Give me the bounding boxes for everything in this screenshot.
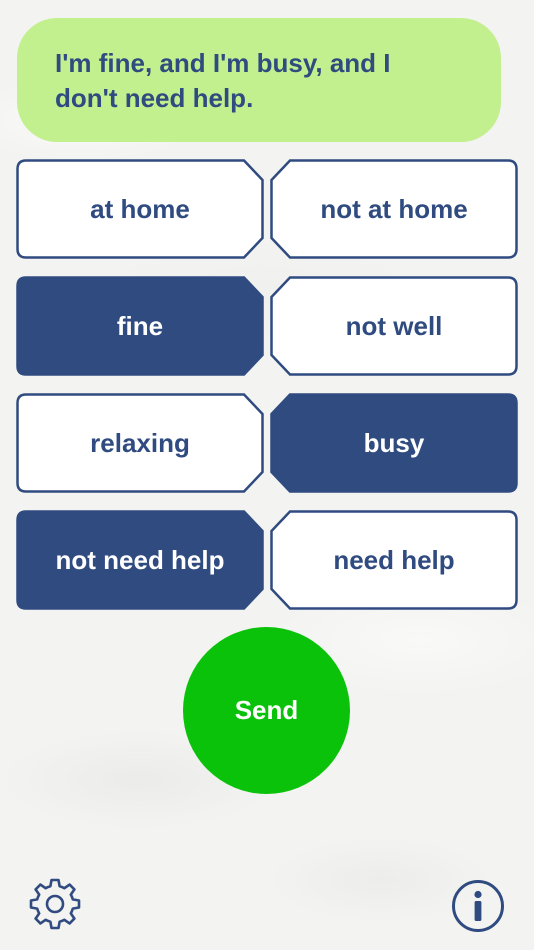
option-not-at-home[interactable]: not at home bbox=[270, 159, 518, 259]
bubble-tail bbox=[441, 48, 497, 82]
option-need-help[interactable]: need help bbox=[270, 510, 518, 610]
send-button[interactable]: Send bbox=[183, 627, 350, 794]
info-button[interactable] bbox=[450, 878, 506, 934]
settings-button[interactable] bbox=[27, 876, 83, 932]
message-bubble: I'm fine, and I'm busy, and I don't need… bbox=[17, 18, 501, 142]
info-icon bbox=[452, 880, 504, 932]
option-not-need-help[interactable]: not need help bbox=[16, 510, 264, 610]
option-relaxing[interactable]: relaxing bbox=[16, 393, 264, 493]
option-label: not at home bbox=[320, 193, 468, 224]
option-label: at home bbox=[90, 193, 190, 224]
option-label: relaxing bbox=[90, 427, 190, 458]
message-text: I'm fine, and I'm busy, and I don't need… bbox=[55, 48, 391, 113]
gear-icon bbox=[29, 878, 81, 930]
option-busy[interactable]: busy bbox=[270, 393, 518, 493]
option-at-home[interactable]: at home bbox=[16, 159, 264, 259]
option-label: fine bbox=[116, 310, 164, 341]
option-label: not well bbox=[345, 310, 443, 341]
option-fine[interactable]: fine bbox=[16, 276, 264, 376]
option-label: not need help bbox=[55, 544, 225, 575]
option-not-well[interactable]: not well bbox=[270, 276, 518, 376]
option-label: need help bbox=[333, 544, 455, 575]
option-label: busy bbox=[363, 427, 425, 458]
